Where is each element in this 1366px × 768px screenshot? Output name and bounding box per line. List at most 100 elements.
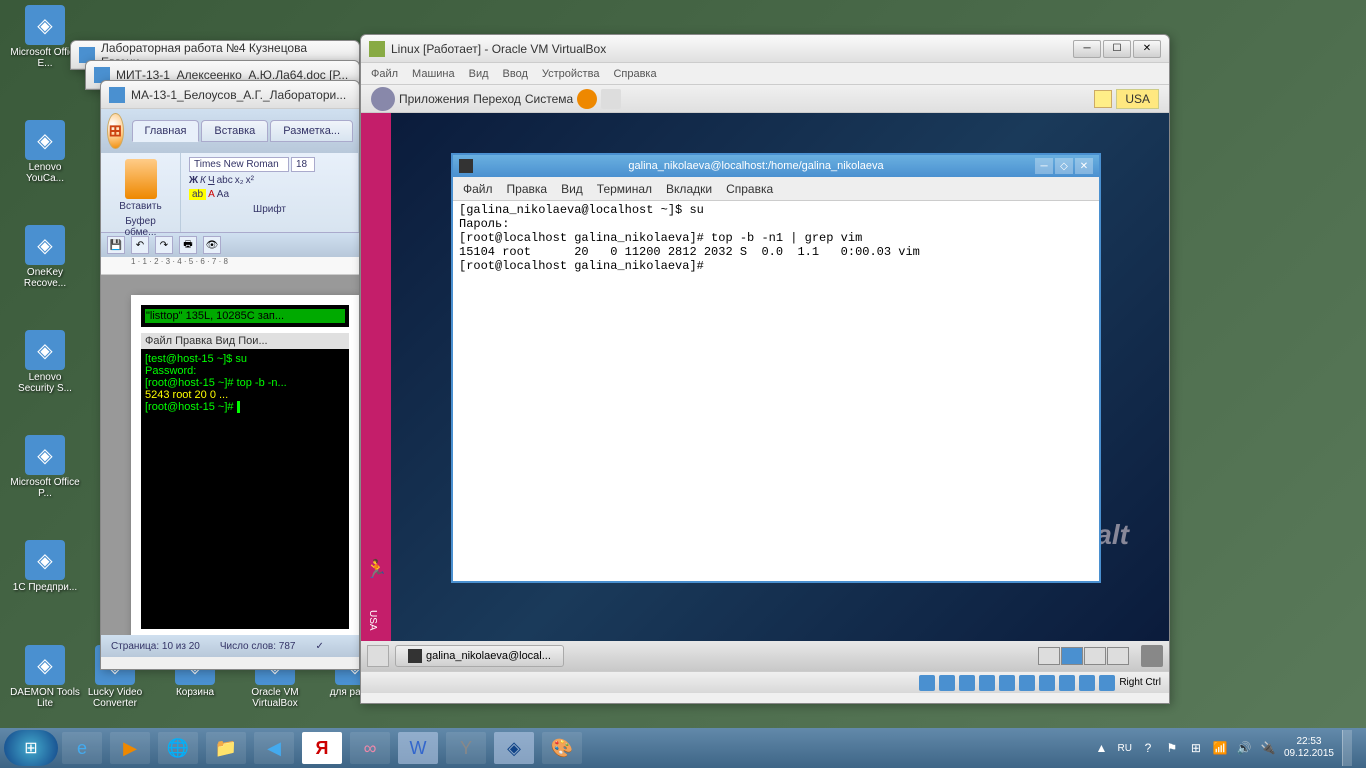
places-menu[interactable]: Переход (473, 92, 521, 106)
terminal-output[interactable]: [galina_nikolaeva@localhost ~]$ su Парол… (453, 201, 1099, 275)
desktop-icon[interactable]: ◈OneKey Recove... (10, 225, 80, 289)
keyboard-layout-indicator[interactable]: USA (1116, 89, 1159, 109)
taskbar-paint-icon[interactable]: 🎨 (542, 732, 582, 764)
menu-help[interactable]: Справка (613, 68, 656, 80)
net-icon[interactable] (979, 675, 995, 691)
taskbar-ie-icon[interactable]: e (62, 732, 102, 764)
tray-app-icon[interactable]: ⊞ (1188, 740, 1204, 756)
term-menu-tabs[interactable]: Вкладки (666, 182, 712, 196)
taskbar-word-icon[interactable]: W (398, 732, 438, 764)
desktop-icon[interactable]: ◈Microsoft Office P... (10, 435, 80, 499)
notes-icon[interactable] (1094, 90, 1112, 108)
workspace-4[interactable] (1107, 647, 1129, 665)
tray-volume-icon[interactable]: 🔊 (1236, 740, 1252, 756)
taskbar-yandex-icon[interactable]: Я (302, 732, 342, 764)
sub-btn[interactable]: x₂ (235, 175, 244, 186)
hdd-icon[interactable] (919, 675, 935, 691)
menu-view[interactable]: Вид (469, 68, 489, 80)
taskbar-chrome-icon[interactable]: 🌐 (158, 732, 198, 764)
taskbar-terminal-btn[interactable]: galina_nikolaeva@local... (395, 645, 564, 667)
home-icon[interactable] (601, 89, 621, 109)
taskbar-ybrowser-icon[interactable]: Y (446, 732, 486, 764)
display-icon[interactable] (1019, 675, 1035, 691)
underline-btn[interactable]: Ч (208, 175, 215, 186)
menu-devices[interactable]: Устройства (542, 68, 600, 80)
system-menu-icon[interactable] (371, 87, 395, 111)
tray-network-icon[interactable]: 📶 (1212, 740, 1228, 756)
minimize-btn[interactable]: ─ (1073, 40, 1101, 58)
maximize-btn[interactable]: ☐ (1103, 40, 1131, 58)
menu-machine[interactable]: Машина (412, 68, 455, 80)
term-menu-view[interactable]: Вид (561, 182, 583, 196)
tray-clock[interactable]: 22:53 09.12.2015 (1284, 736, 1334, 760)
mouse-icon[interactable] (1079, 675, 1095, 691)
redo-btn[interactable]: ↷ (155, 236, 173, 254)
term-close-btn[interactable]: ✕ (1075, 158, 1093, 174)
term-max-btn[interactable]: ◇ (1055, 158, 1073, 174)
undo-btn[interactable]: ↶ (131, 236, 149, 254)
menu-file[interactable]: Файл (371, 68, 398, 80)
taskbar-app2-icon[interactable]: ∞ (350, 732, 390, 764)
tray-flag-icon[interactable]: ⚑ (1164, 740, 1180, 756)
recording-icon[interactable] (1039, 675, 1055, 691)
workspace-1[interactable] (1038, 647, 1060, 665)
workspace-2[interactable] (1061, 647, 1083, 665)
tab-layout[interactable]: Разметка... (270, 120, 353, 142)
save-btn[interactable]: 💾 (107, 236, 125, 254)
term-menu-file[interactable]: Файл (463, 182, 493, 196)
show-desktop-btn[interactable] (1342, 730, 1352, 766)
term-menu-help[interactable]: Справка (726, 182, 773, 196)
font-size-select[interactable]: 18 (291, 157, 315, 172)
preview-btn[interactable]: 👁 (203, 236, 221, 254)
spell-icon[interactable]: ✓ (315, 641, 323, 652)
cd-icon[interactable] (939, 675, 955, 691)
tray-power-icon[interactable]: 🔌 (1260, 740, 1276, 756)
trash-icon[interactable] (1141, 645, 1163, 667)
sup-btn[interactable]: x² (246, 175, 254, 186)
bold-btn[interactable]: Ж (189, 175, 198, 186)
desktop-icon[interactable]: ◈DAEMON Tools Lite (10, 645, 80, 709)
vrdp-icon[interactable] (1059, 675, 1075, 691)
italic-btn[interactable]: К (200, 175, 206, 186)
print-btn[interactable]: 🖶 (179, 236, 197, 254)
word-window-3[interactable]: МА-13-1_Белоусов_А.Г._Лаборатори... ⊞ Гл… (100, 80, 360, 670)
workspace-switcher[interactable] (1038, 647, 1129, 665)
workspace-3[interactable] (1084, 647, 1106, 665)
desktop-icon[interactable]: ◈1C Предпри... (10, 540, 80, 593)
highlight-btn[interactable]: ab (189, 189, 206, 200)
close-btn[interactable]: ✕ (1133, 40, 1161, 58)
ruler[interactable]: 1 · 1 · 2 · 3 · 4 · 5 · 6 · 7 · 8 (101, 257, 359, 275)
font-color-btn[interactable]: A (208, 189, 215, 200)
taskbar-vbox-icon[interactable]: ◈ (494, 732, 534, 764)
firefox-icon[interactable] (577, 89, 597, 109)
paste-icon[interactable] (125, 159, 157, 199)
keyboard-icon[interactable] (1099, 675, 1115, 691)
shared-folder-icon[interactable] (999, 675, 1015, 691)
strike-btn[interactable]: abc (217, 175, 233, 186)
usb-icon[interactable] (959, 675, 975, 691)
term-menu-terminal[interactable]: Терминал (597, 182, 652, 196)
office-button[interactable]: ⊞ (107, 113, 124, 149)
desktop-icon[interactable]: ◈Lenovo YouCa... (10, 120, 80, 184)
taskbar-app1-icon[interactable]: ◀ (254, 732, 294, 764)
tray-help-icon[interactable]: ? (1140, 740, 1156, 756)
runner-icon[interactable]: 🏃 (365, 559, 387, 581)
menu-input[interactable]: Ввод (503, 68, 528, 80)
tab-insert[interactable]: Вставка (201, 120, 268, 142)
taskbar-explorer-icon[interactable]: 📁 (206, 732, 246, 764)
tab-home[interactable]: Главная (132, 120, 200, 142)
virtualbox-window[interactable]: Linux [Работает] - Oracle VM VirtualBox … (360, 34, 1170, 704)
start-button[interactable]: ⊞ (4, 730, 58, 766)
taskbar-media-icon[interactable]: ▶ (110, 732, 150, 764)
term-min-btn[interactable]: ─ (1035, 158, 1053, 174)
font-name-select[interactable]: Times New Roman (189, 157, 289, 172)
tray-expand-icon[interactable]: ▲ (1093, 740, 1109, 756)
system-menu[interactable]: Система (525, 92, 573, 106)
case-btn[interactable]: Aa (217, 189, 229, 200)
term-menu-edit[interactable]: Правка (507, 182, 548, 196)
show-desktop-btn[interactable] (367, 645, 389, 667)
desktop-icon[interactable]: ◈Lenovo Security S... (10, 330, 80, 394)
guest-terminal-window[interactable]: galina_nikolaeva@localhost:/home/galina_… (451, 153, 1101, 583)
tray-lang[interactable]: RU (1117, 743, 1131, 754)
applications-menu[interactable]: Приложения (399, 92, 469, 106)
